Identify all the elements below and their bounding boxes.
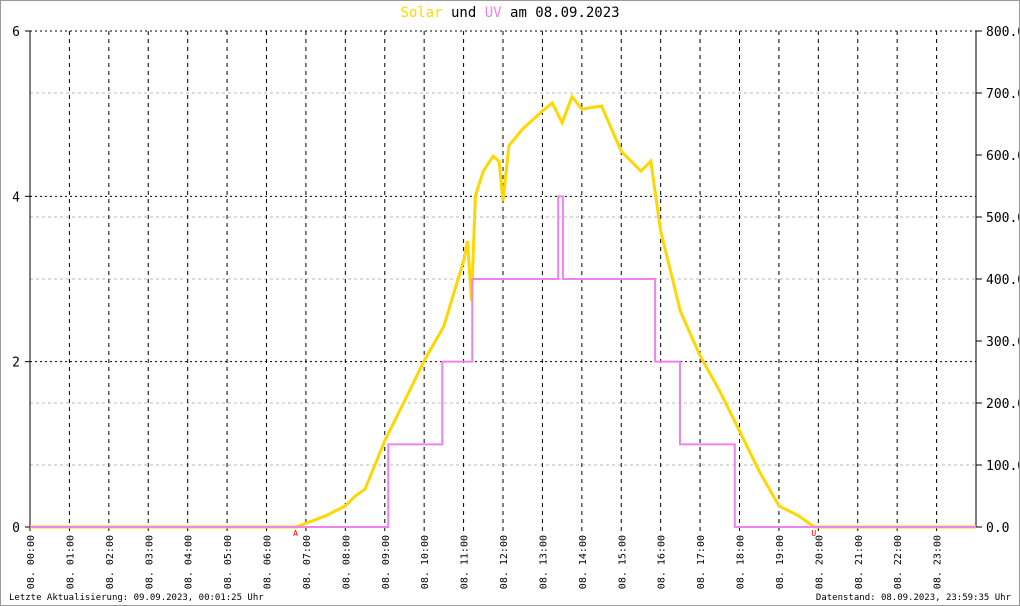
x-tick-label: 08. 16:00 [657, 535, 668, 589]
x-tick-label: 08. 17:00 [696, 535, 707, 589]
footer-data-status: Datenstand: 08.09.2023, 23:59:35 Uhr [815, 593, 1011, 603]
x-tick-label: 08. 18:00 [736, 535, 747, 589]
x-tick-label: 08. 15:00 [617, 535, 628, 589]
y-left-tick-label: 6 [12, 25, 20, 40]
x-tick-label: 08. 07:00 [302, 535, 313, 589]
x-tick-label: 08. 06:00 [263, 535, 274, 589]
y-right-tick-label: 100.0 [986, 459, 1019, 474]
x-tick-label: 08. 02:00 [105, 535, 116, 589]
sunset-marker: U [811, 529, 816, 538]
x-tick-label: 08. 13:00 [538, 535, 549, 589]
y-right-tick-label: 500.0 [986, 211, 1019, 226]
x-tick-label: 08. 08:00 [341, 535, 352, 589]
x-tick-label: 08. 00:00 [26, 535, 37, 589]
x-tick-label: 08. 03:00 [144, 535, 155, 589]
plot-area: 0.0 100.0 200.0 300.0 400.0 500.0 600.0 700.0 80… [12, 25, 1019, 589]
footer-last-update: Letzte Aktualisierung: 09.09.2023, 00:01… [9, 593, 264, 603]
x-tick-label: 08. 10:00 [420, 535, 431, 589]
y-right-tick-label: 300.0 [986, 335, 1019, 350]
chart-container: Solar und UV am 08.09.2023 0.0100.0200.0… [0, 0, 1020, 606]
x-tick-label: 08. 12:00 [499, 535, 510, 589]
y-right-tick-label: 800.0 [986, 25, 1019, 40]
x-tick-label: 08. 11:00 [460, 535, 471, 589]
sunrise-marker: A [293, 529, 298, 538]
x-tick-label: 08. 20:00 [814, 535, 825, 589]
y-right-tick-label: 0.0 [986, 521, 1009, 536]
x-tick-label: 08. 09:00 [381, 535, 392, 589]
y-left-tick-label: 4 [12, 190, 20, 205]
x-tick-label: 08. 05:00 [223, 535, 234, 589]
y-right-tick-label: 200.0 [986, 397, 1019, 412]
x-tick-label: 08. 01:00 [65, 535, 76, 589]
y-right-tick-label: 600.0 [986, 149, 1019, 164]
y-right-tick-label: 700.0 [986, 87, 1019, 102]
y-left-tick-label: 0 [12, 521, 20, 536]
x-tick-label: 08. 14:00 [578, 535, 589, 589]
y-right-tick-label: 400.0 [986, 273, 1019, 288]
x-tick-label: 08. 22:00 [893, 535, 904, 589]
x-tick-label: 08. 04:00 [184, 535, 195, 589]
y-left-tick-label: 2 [12, 356, 20, 371]
x-tick-label: 08. 23:00 [933, 535, 944, 589]
x-tick-label: 08. 19:00 [775, 535, 786, 589]
x-tick-label: 08. 21:00 [854, 535, 865, 589]
